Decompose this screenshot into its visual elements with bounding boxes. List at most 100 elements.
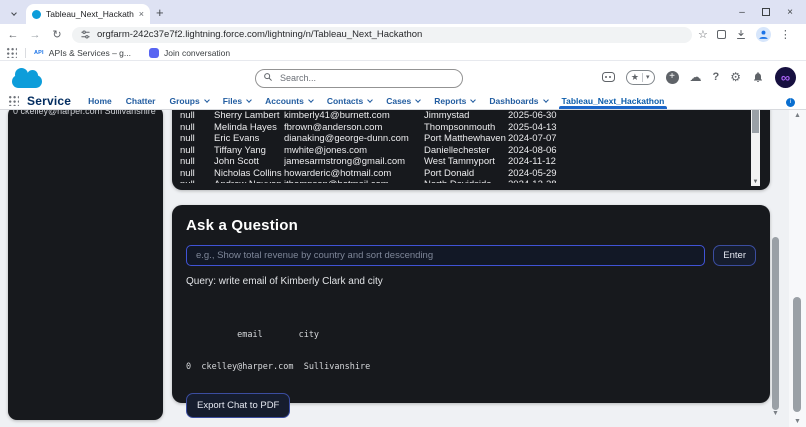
browser-tab[interactable]: Tableau_Next_Hackathon | Sale × bbox=[26, 4, 150, 24]
search-input[interactable] bbox=[255, 68, 463, 88]
bookmark-apis-services[interactable]: API APIs & Services – g... bbox=[34, 48, 131, 58]
user-avatar[interactable]: ∞ bbox=[775, 66, 796, 88]
tab-home[interactable]: Home bbox=[81, 92, 119, 109]
window-scroll-down-icon[interactable]: ▼ bbox=[789, 418, 806, 425]
back-button[interactable]: ← bbox=[2, 29, 24, 41]
refresh-button[interactable]: ↻ bbox=[46, 28, 68, 41]
tab-contacts[interactable]: Contacts bbox=[320, 92, 379, 109]
table-row: null Melinda Hayes fbrown@anderson.com Thom… bbox=[180, 122, 770, 134]
table-cell: mwhite@jones.com bbox=[284, 144, 368, 156]
ask-question-panel: Ask a Question Enter Query: write email … bbox=[172, 205, 770, 418]
table-cell: 2024-11-12 bbox=[508, 156, 556, 167]
download-icon[interactable] bbox=[735, 29, 747, 41]
notifications-bell-icon[interactable] bbox=[752, 71, 764, 83]
global-actions-icon[interactable]: + bbox=[665, 70, 679, 84]
tab-chatter[interactable]: Chatter bbox=[119, 92, 163, 109]
global-search[interactable] bbox=[255, 68, 463, 88]
bookmark-star-icon[interactable]: ☆ bbox=[698, 28, 708, 41]
chevron-down-icon bbox=[203, 96, 210, 103]
window-scrollbar[interactable]: ▲ ▼ bbox=[789, 110, 806, 427]
tab-files[interactable]: Files bbox=[216, 92, 258, 109]
table-cell: 2024-07-07 bbox=[508, 133, 557, 144]
table-cell: howarderic@hotmail.com bbox=[284, 167, 392, 179]
new-tab-button[interactable]: + bbox=[156, 5, 164, 20]
table-row: nullAndrew Nguyenjthompson@hotmail.comNo… bbox=[180, 179, 770, 183]
table-row: null Nicholas Collins howarderic@hotmail.c… bbox=[180, 168, 770, 180]
tab-accounts[interactable]: Accounts bbox=[258, 92, 320, 109]
tab-dashboards[interactable]: Dashboards bbox=[482, 92, 554, 109]
tab-label: Contacts bbox=[326, 95, 364, 106]
tab-label: Accounts bbox=[265, 95, 304, 106]
address-bar[interactable]: orgfarm-242c37e7f2.lightning.force.com/l… bbox=[72, 26, 692, 43]
enter-button[interactable]: Enter bbox=[713, 245, 756, 266]
help-icon[interactable]: ? bbox=[713, 71, 720, 83]
salesforce-header: ★▾ + ☁ ? ⚙ ∞ bbox=[0, 61, 806, 92]
window-scroll-up-icon[interactable]: ▲ bbox=[789, 112, 806, 119]
tab-tableau-next-hackathon[interactable]: Tableau_Next_Hackathon bbox=[555, 92, 672, 109]
table-scroll-down-icon[interactable]: ▼ bbox=[751, 179, 760, 185]
table-cell: Andrew Nguyen bbox=[214, 179, 284, 183]
table-scrollbar[interactable]: ▼ bbox=[751, 100, 760, 186]
forward-button[interactable]: → bbox=[24, 29, 46, 41]
einstein-icon[interactable] bbox=[601, 72, 615, 82]
table-row: null Sherry Lambert kimberly41@burnett.com… bbox=[180, 110, 770, 122]
profile-avatar-icon[interactable] bbox=[755, 27, 771, 42]
export-chat-pdf-button[interactable]: Export Chat to PDF bbox=[186, 393, 291, 418]
tab-groups[interactable]: Groups bbox=[163, 92, 216, 109]
window-scrollbar-thumb[interactable] bbox=[793, 297, 801, 412]
question-input[interactable] bbox=[186, 245, 706, 266]
table-scrollbar-thumb[interactable] bbox=[752, 106, 759, 133]
divider bbox=[25, 47, 26, 58]
tab-label: Reports bbox=[434, 95, 467, 106]
table-cell: null bbox=[180, 179, 214, 183]
site-info-icon[interactable] bbox=[80, 29, 91, 40]
results-table-panel: null Sherry Lambert kimberly41@burnett.com… bbox=[172, 100, 770, 190]
results-rows: null Sherry Lambert kimberly41@burnett.com… bbox=[180, 110, 770, 183]
table-cell: West Tammyport bbox=[424, 156, 495, 167]
tab-cases[interactable]: Cases bbox=[379, 92, 427, 109]
notification-info-dot[interactable]: i bbox=[786, 98, 795, 107]
app-name: Service bbox=[27, 93, 72, 108]
bookmark-label: Join conversation bbox=[163, 47, 231, 58]
content-scroll-down-icon[interactable]: ▼ bbox=[771, 410, 780, 417]
apps-grid-icon[interactable] bbox=[6, 47, 17, 58]
maximize-icon bbox=[762, 8, 770, 16]
tab-search-button[interactable] bbox=[8, 7, 20, 19]
table-cell: null bbox=[180, 133, 195, 144]
table-cell: 2024-08-06 bbox=[508, 144, 557, 156]
guidance-center-icon[interactable]: ☁ bbox=[690, 70, 702, 84]
result-header-row: email city bbox=[186, 330, 320, 340]
table-cell: Nicholas Collins bbox=[214, 167, 282, 179]
content-scrollbar-thumb[interactable] bbox=[772, 237, 779, 410]
chevron-down-icon bbox=[415, 96, 422, 103]
api-favicon-icon: API bbox=[34, 49, 44, 56]
chevron-down-icon bbox=[542, 96, 549, 103]
extensions-icon[interactable] bbox=[716, 30, 726, 39]
url-text: orgfarm-242c37e7f2.lightning.force.com/l… bbox=[97, 29, 423, 40]
minimize-button[interactable]: – bbox=[730, 7, 754, 18]
favorites-button[interactable]: ★ ▾ bbox=[625, 69, 655, 85]
browser-tabstrip: Tableau_Next_Hackathon | Sale × + – × bbox=[0, 0, 806, 24]
tab-title: Tableau_Next_Hackathon | Sale bbox=[46, 9, 134, 19]
setup-gear-icon[interactable]: ⚙ bbox=[730, 70, 741, 84]
chevron-down-icon bbox=[367, 96, 374, 103]
tab-close-icon[interactable]: × bbox=[139, 9, 144, 19]
app-launcher-icon[interactable] bbox=[8, 95, 19, 106]
chevron-down-icon bbox=[470, 96, 477, 103]
browser-menu-icon[interactable]: ⋮ bbox=[780, 28, 791, 41]
browser-toolbar: ← → ↻ orgfarm-242c37e7f2.lightning.force… bbox=[0, 24, 806, 45]
table-cell: Eric Evans bbox=[214, 133, 260, 144]
maximize-button[interactable] bbox=[754, 8, 778, 16]
table-cell: jamesarmstrong@gmail.com bbox=[284, 156, 406, 167]
window-controls: – × bbox=[730, 0, 802, 24]
query-echo-text: Query: write email of Kimberly Clark and… bbox=[186, 276, 383, 287]
tab-label: Files bbox=[222, 95, 243, 106]
discord-favicon-icon bbox=[148, 47, 159, 58]
table-cell: fbrown@anderson.com bbox=[284, 121, 383, 133]
close-button[interactable]: × bbox=[778, 7, 802, 18]
tab-label: Groups bbox=[169, 95, 200, 106]
result-data-row: 0 ckelley@harper.com Sullivanshire bbox=[186, 361, 371, 372]
table-cell: John Scott bbox=[214, 156, 259, 167]
tab-reports[interactable]: Reports bbox=[427, 92, 482, 109]
bookmark-join-conversation[interactable]: Join conversation bbox=[148, 47, 231, 58]
